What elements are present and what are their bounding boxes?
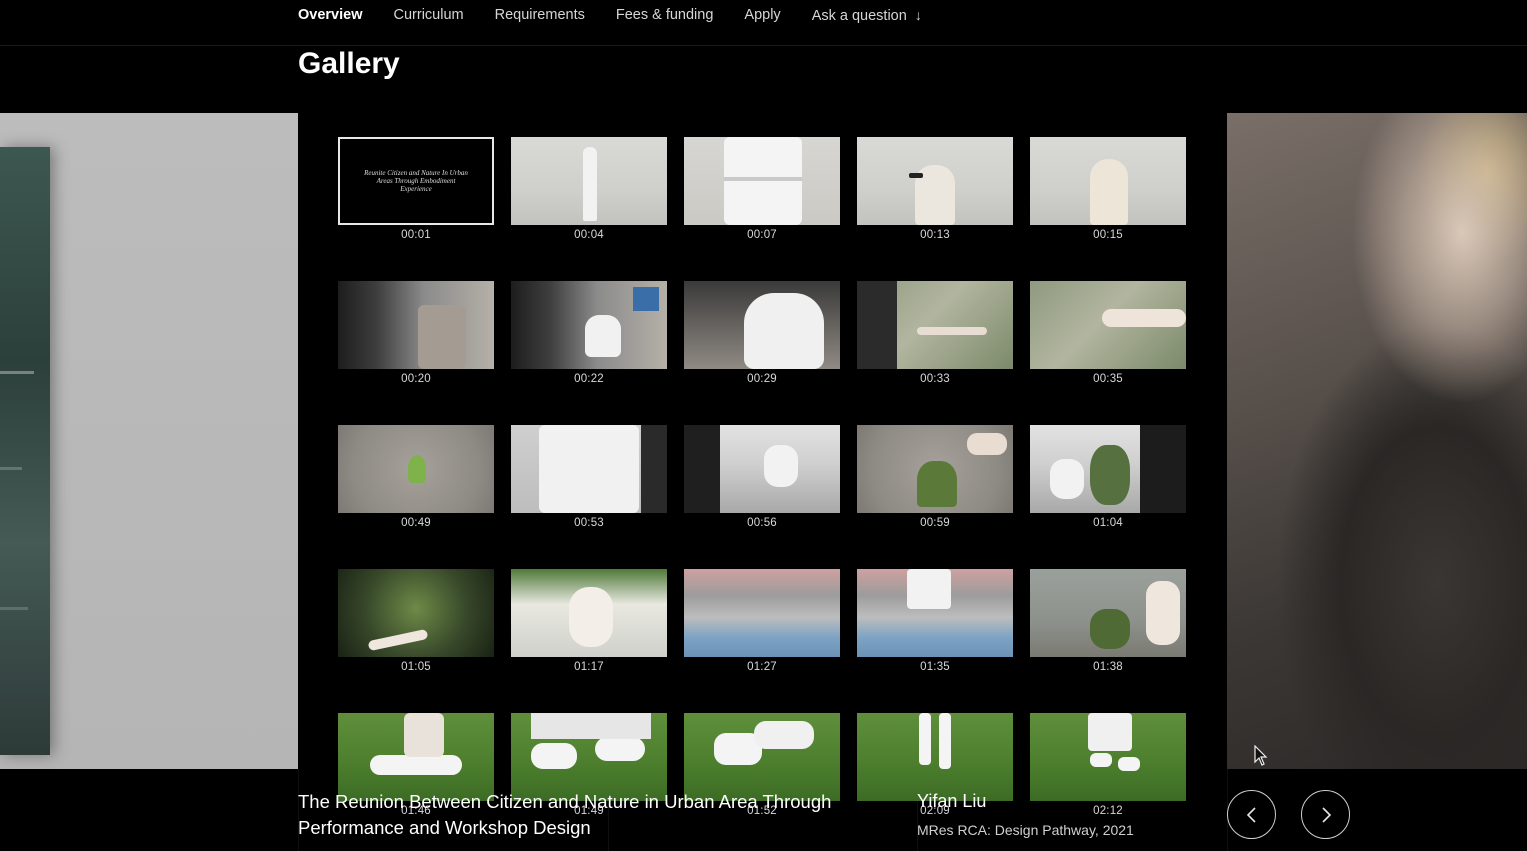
frame-image [511, 137, 667, 225]
frame-timestamp: 02:12 [1093, 805, 1123, 817]
author-name: Yifan Liu [917, 791, 987, 811]
frame-image [1030, 713, 1186, 801]
frame-timestamp: 00:01 [401, 229, 431, 241]
next-slide-preview[interactable] [1227, 113, 1527, 769]
frame-image [857, 137, 1013, 225]
mouse-cursor-icon [1254, 745, 1268, 766]
frame-image [511, 281, 667, 369]
nav-item-overview[interactable]: Overview [298, 7, 363, 23]
frame-thumbnail[interactable]: 00:04 [511, 137, 667, 241]
frame-image [684, 425, 840, 513]
frame-thumbnail[interactable]: 00:33 [857, 281, 1013, 385]
frame-timestamp: 00:56 [747, 517, 777, 529]
next-slide-button[interactable] [1301, 790, 1350, 839]
frame-thumbnail[interactable]: 01:35 [857, 569, 1013, 673]
frame-thumbnail[interactable]: 01:27 [684, 569, 840, 673]
frame-image [1030, 425, 1186, 513]
poster-mark [0, 371, 34, 374]
frame-thumbnail[interactable]: 00:07 [684, 137, 840, 241]
chevron-right-icon [1321, 806, 1331, 823]
frame-image [857, 281, 1013, 369]
frame-timestamp: 00:20 [401, 373, 431, 385]
nav-item-requirements[interactable]: Requirements [495, 7, 585, 23]
poster-image [0, 147, 50, 755]
frame-image [338, 281, 494, 369]
nav-item-curriculum[interactable]: Curriculum [394, 7, 464, 23]
frame-image [1030, 569, 1186, 657]
frame-image [1030, 137, 1186, 225]
frame-thumbnail[interactable]: 00:15 [1030, 137, 1186, 241]
nav-items: Overview Curriculum Requirements Fees & … [298, 0, 922, 30]
gallery-title: Gallery [298, 47, 400, 80]
gallery-heading-band: Gallery [0, 46, 1527, 113]
nav-item-fees-funding[interactable]: Fees & funding [616, 7, 714, 23]
frame-thumbnail[interactable]: 00:59 [857, 425, 1013, 529]
frame-image [684, 281, 840, 369]
title-card-text: Reunite Citizen and Nature In Urban Area… [364, 169, 468, 193]
frame-image [857, 713, 1013, 801]
frame-thumbnail[interactable]: Reunite Citizen and Nature In Urban Area… [338, 137, 494, 241]
frame-timestamp: 00:15 [1093, 229, 1123, 241]
frame-timestamp: 00:04 [574, 229, 604, 241]
frame-image [1030, 281, 1186, 369]
nav-item-ask-question[interactable]: Ask a question ↓ [812, 7, 922, 24]
frame-timestamp: 00:29 [747, 373, 777, 385]
chevron-left-icon [1246, 806, 1256, 823]
frame-image [511, 425, 667, 513]
frame-image [857, 569, 1013, 657]
frame-timestamp: 00:49 [401, 517, 431, 529]
frame-thumbnail[interactable]: 00:13 [857, 137, 1013, 241]
frame-thumbnail[interactable]: 01:17 [511, 569, 667, 673]
top-nav: Overview Curriculum Requirements Fees & … [0, 0, 1527, 46]
poster-mark [0, 467, 22, 470]
frame-timestamp: 00:13 [920, 229, 950, 241]
frame-thumbnail[interactable]: 00:29 [684, 281, 840, 385]
frame-timestamp: 00:53 [574, 517, 604, 529]
frame-timestamp: 01:38 [1093, 661, 1123, 673]
frame-image [684, 137, 840, 225]
frame-thumbnail[interactable]: 01:05 [338, 569, 494, 673]
frame-thumbnail[interactable]: 00:22 [511, 281, 667, 385]
frame-image [684, 569, 840, 657]
frame-grid: Reunite Citizen and Nature In Urban Area… [338, 137, 1186, 817]
frame-thumbnail[interactable]: 00:53 [511, 425, 667, 529]
frame-image [338, 425, 494, 513]
arrow-down-icon: ↓ [914, 6, 922, 23]
frame-thumbnail[interactable]: 00:56 [684, 425, 840, 529]
frame-timestamp: 01:05 [401, 661, 431, 673]
nav-item-apply[interactable]: Apply [744, 7, 780, 23]
frame-thumbnail[interactable]: 01:38 [1030, 569, 1186, 673]
previous-slide-button[interactable] [1227, 790, 1276, 839]
frame-timestamp: 00:35 [1093, 373, 1123, 385]
frame-image [338, 569, 494, 657]
frame-thumbnail[interactable]: 00:49 [338, 425, 494, 529]
title-card-frame: Reunite Citizen and Nature In Urban Area… [338, 137, 494, 225]
frame-timestamp: 00:33 [920, 373, 950, 385]
frame-timestamp: 00:59 [920, 517, 950, 529]
frame-thumbnail[interactable]: 02:12 [1030, 713, 1186, 817]
frame-thumbnail[interactable]: 00:35 [1030, 281, 1186, 385]
frame-image [338, 713, 494, 801]
frame-thumbnail[interactable]: 01:04 [1030, 425, 1186, 529]
programme-label: MRes RCA: Design Pathway, 2021 [917, 822, 1134, 838]
project-title: The Reunion Between Citizen and Nature i… [298, 791, 832, 838]
frame-timestamp: 01:04 [1093, 517, 1123, 529]
frame-timestamp: 00:22 [574, 373, 604, 385]
frame-timestamp: 01:35 [920, 661, 950, 673]
frame-thumbnail[interactable]: 00:20 [338, 281, 494, 385]
poster-mark [0, 607, 28, 610]
frame-image [684, 713, 840, 801]
frame-image [511, 569, 667, 657]
previous-slide-preview[interactable] [0, 113, 298, 769]
frame-image [857, 425, 1013, 513]
frame-timestamp: 01:27 [747, 661, 777, 673]
gallery-slide-current[interactable]: Reunite Citizen and Nature In Urban Area… [298, 113, 1227, 817]
frame-image [511, 713, 667, 801]
frame-timestamp: 00:07 [747, 229, 777, 241]
ask-question-label: Ask a question [811, 7, 907, 24]
frame-timestamp: 01:17 [574, 661, 604, 673]
